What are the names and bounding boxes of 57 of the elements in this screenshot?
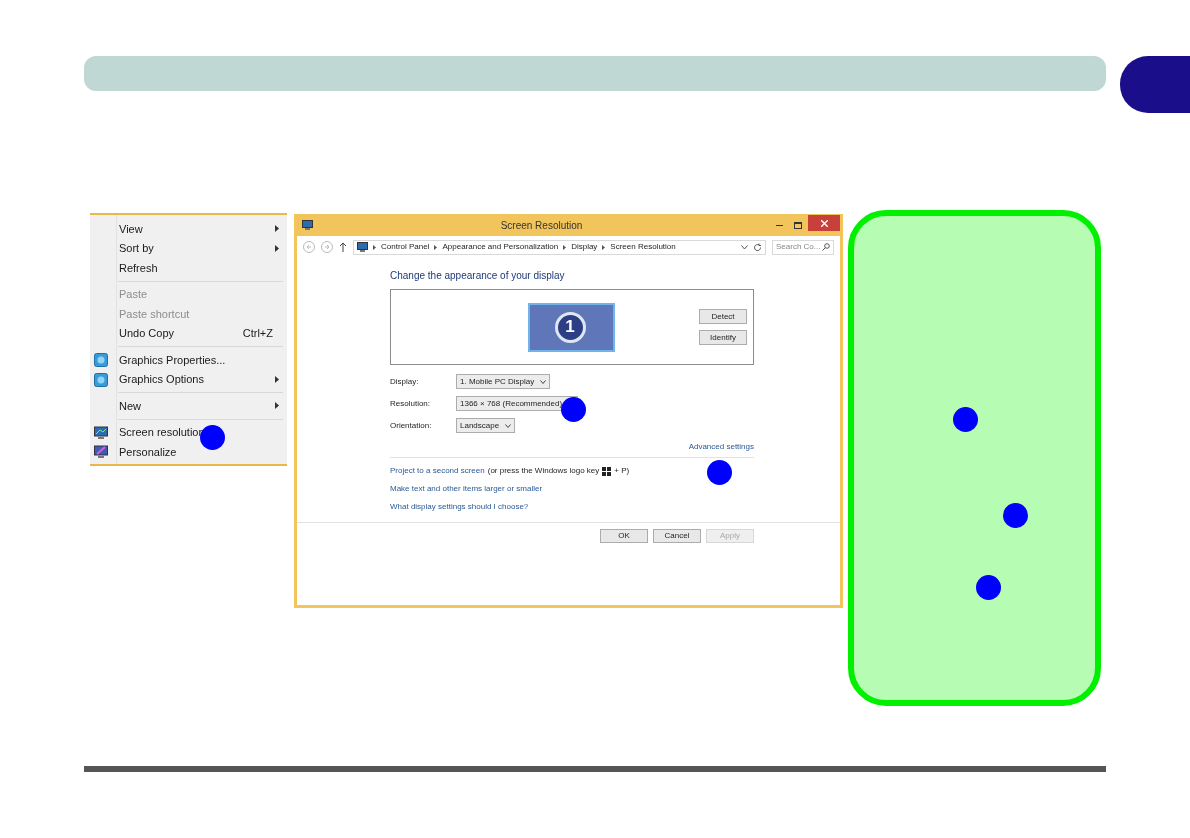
breadcrumb[interactable]: Control Panel: [381, 241, 430, 253]
up-arrow-icon[interactable]: [339, 242, 347, 252]
chevron-icon: [373, 244, 376, 250]
chevron-icon: [602, 244, 606, 250]
dropdown-field[interactable]: Landscape: [456, 418, 516, 433]
field-label: Display:: [390, 375, 420, 388]
close-button[interactable]: [808, 215, 840, 231]
dropdown-field[interactable]: 1. Mobile PC Display: [456, 374, 551, 389]
dropdown-icon[interactable]: [741, 244, 748, 250]
monitor-button[interactable]: Detect: [699, 309, 747, 324]
field-label: Orientation:: [390, 419, 433, 432]
submenu-arrow-icon: [275, 244, 279, 252]
field-label: Resolution:: [390, 397, 432, 410]
search-field[interactable]: Search Co...: [772, 239, 834, 255]
submenu-arrow-icon: [275, 375, 279, 383]
help-link[interactable]: What display settings should I choose?: [390, 501, 529, 513]
submenu-arrow-icon: [275, 402, 279, 410]
hint-text: (or press the Windows logo key: [487, 465, 600, 477]
search-icon: [822, 243, 830, 251]
menu-item[interactable]: Graphics Properties...: [90, 350, 287, 370]
dropdown-icon: [540, 379, 547, 384]
graphics-icon: [94, 372, 108, 387]
menu-item[interactable]: Graphics Options: [90, 369, 287, 389]
project-link[interactable]: Project to a second screen: [390, 465, 485, 477]
monitor-icon: [357, 242, 368, 252]
menu-item[interactable]: New: [90, 396, 287, 416]
help-link[interactable]: Make text and other items larger or smaller: [390, 483, 543, 495]
menu-item[interactable]: Screen resolution: [90, 422, 287, 442]
personalize-icon: [94, 445, 108, 459]
address-bar[interactable]: Control Panel Appearance and Personalization Display Screen Resolution: [353, 239, 766, 255]
breadcrumb[interactable]: Display: [571, 241, 598, 253]
page-heading: Change the appearance of your display: [390, 269, 566, 283]
dialog-button[interactable]: Cancel: [653, 529, 701, 543]
breadcrumb[interactable]: Appearance and Personalization: [442, 241, 559, 253]
monitor-number: 1: [554, 311, 586, 343]
menu-item[interactable]: Undo Copy Ctrl+Z: [90, 323, 287, 343]
monitor-tile[interactable]: 1: [527, 302, 615, 352]
monitor-button[interactable]: Identify: [699, 330, 747, 345]
breadcrumb[interactable]: Screen Resolution: [610, 241, 676, 253]
advanced-settings-link[interactable]: Advanced settings: [688, 441, 754, 453]
dialog-button[interactable]: OK: [600, 529, 648, 543]
submenu-arrow-icon: [275, 225, 279, 233]
monitor-icon: [94, 425, 108, 440]
menu-item[interactable]: Sort by: [90, 238, 287, 258]
chevron-icon: [563, 244, 567, 250]
windows-logo-icon: [602, 466, 612, 476]
hint-text: + P): [614, 465, 630, 477]
chevron-icon: [434, 244, 438, 250]
menu-item[interactable]: Refresh: [90, 258, 287, 278]
window-title: Screen Resolution: [499, 218, 584, 233]
close-icon: [820, 219, 828, 227]
monitor-icon: [302, 220, 313, 230]
menu-item[interactable]: View: [90, 219, 287, 239]
menu-item[interactable]: Personalize: [90, 442, 287, 462]
graphics-icon: [94, 353, 108, 367]
refresh-icon[interactable]: [753, 242, 762, 252]
dropdown-icon: [505, 423, 512, 428]
